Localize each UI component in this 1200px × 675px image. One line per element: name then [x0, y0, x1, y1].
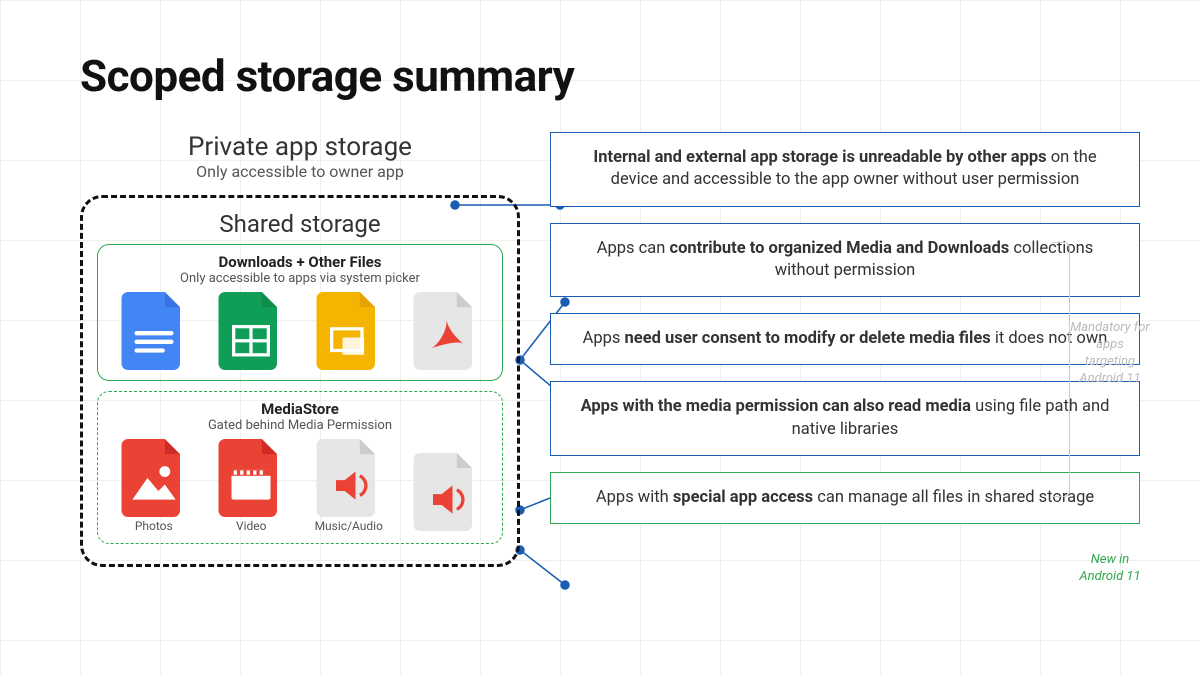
- private-sub: Only accessible to owner app: [80, 162, 520, 181]
- note-new: New in Android 11: [1070, 552, 1150, 586]
- private-heading: Private app storage: [80, 132, 520, 162]
- media-item: Photos: [119, 439, 189, 533]
- audio-file-icon: [314, 439, 384, 517]
- media-label: Photos: [119, 519, 189, 533]
- audio-file-icon: [411, 453, 481, 531]
- mediastore-sub: Gated behind Media Permission: [108, 418, 492, 433]
- note-mandatory: Mandatory for apps targeting Android 11: [1070, 320, 1150, 388]
- downloads-heading: Downloads + Other Files: [108, 253, 492, 271]
- mediastore-box: MediaStore Gated behind Media Permission…: [97, 391, 503, 544]
- mediastore-heading: MediaStore: [108, 400, 492, 418]
- mandatory-bracket: [1052, 242, 1070, 497]
- pdf-file-icon: [411, 292, 481, 370]
- media-item: [411, 453, 481, 533]
- media-item: Music/Audio: [314, 439, 384, 533]
- downloads-box: Downloads + Other Files Only accessible …: [97, 244, 503, 381]
- shared-storage-box: Shared storage Downloads + Other Files O…: [80, 195, 520, 567]
- private-storage-block: Private app storage Only accessible to o…: [80, 132, 520, 181]
- slide-title: Scoped storage summary: [80, 50, 1140, 102]
- doc-file-icon: [119, 292, 189, 370]
- photo-file-icon: [119, 439, 189, 517]
- media-item: Video: [216, 439, 286, 533]
- shared-heading: Shared storage: [97, 210, 503, 238]
- slides-file-icon: [314, 292, 384, 370]
- downloads-sub: Only accessible to apps via system picke…: [108, 271, 492, 286]
- media-label: Music/Audio: [314, 519, 384, 533]
- media-label: Video: [216, 519, 286, 533]
- video-file-icon: [216, 439, 286, 517]
- callout-private: Internal and external app storage is unr…: [550, 132, 1140, 207]
- sheet-file-icon: [216, 292, 286, 370]
